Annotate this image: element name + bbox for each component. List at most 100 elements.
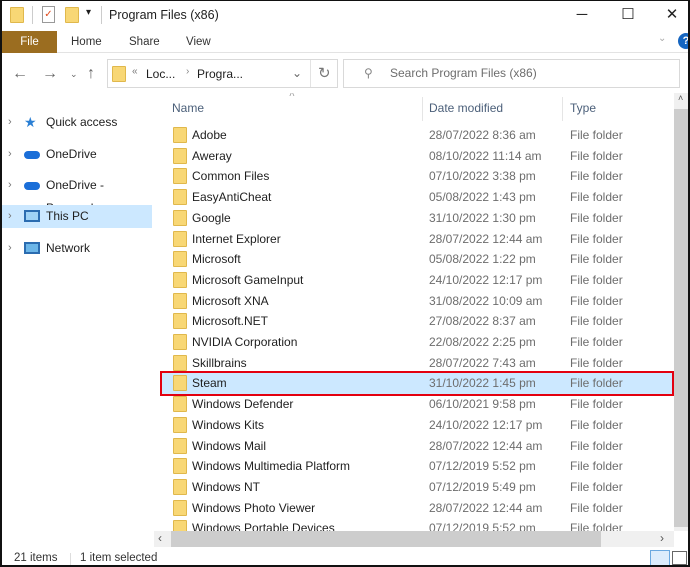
file-type: File folder xyxy=(570,438,623,453)
file-type: File folder xyxy=(570,376,623,391)
scroll-up-icon[interactable]: ˄ xyxy=(678,93,683,103)
navigation-bar: ← → ⌄ ↑ « Loc... › Progra... ⌄ ↻ ⚲ Searc… xyxy=(2,59,688,89)
file-name: Windows Multimedia Platform xyxy=(192,459,351,474)
file-row[interactable]: Microsoft.NET 27/08/2022 8:37 am File fo… xyxy=(162,311,672,332)
scrollbar-thumb[interactable] xyxy=(171,531,601,547)
cloud-icon xyxy=(24,151,40,159)
divider xyxy=(101,6,102,24)
file-row[interactable]: Windows Defender 06/10/2021 9:58 pm File… xyxy=(162,394,672,415)
divider xyxy=(32,6,33,24)
folder-icon xyxy=(173,251,187,268)
chevron-right-icon[interactable]: › xyxy=(8,237,12,260)
refresh-icon[interactable]: ↻ xyxy=(318,64,331,82)
file-row[interactable]: EasyAntiCheat 05/08/2022 1:43 pm File fo… xyxy=(162,187,672,208)
file-row[interactable]: Windows Portable Devices 07/12/2019 5:52… xyxy=(162,518,672,531)
minimize-button[interactable]: ─ xyxy=(562,3,602,27)
file-row[interactable]: Adobe 28/07/2022 8:36 am File folder xyxy=(162,125,672,146)
address-dropdown-icon[interactable]: ⌄ xyxy=(292,66,302,80)
tab-file[interactable]: File xyxy=(2,31,57,53)
column-divider[interactable] xyxy=(562,97,563,121)
up-button[interactable]: ↑ xyxy=(87,59,95,89)
file-row[interactable]: Google 31/10/2022 1:30 pm File folder xyxy=(162,208,672,229)
file-row[interactable]: Windows Photo Viewer 28/07/2022 12:44 am… xyxy=(162,498,672,519)
large-icons-view-button[interactable] xyxy=(672,551,687,565)
vertical-scrollbar[interactable]: ˄ xyxy=(674,93,688,531)
file-type: File folder xyxy=(570,417,623,432)
column-header-name[interactable]: Name xyxy=(172,97,204,119)
scroll-left-icon[interactable]: ‹ xyxy=(158,531,162,545)
scroll-right-icon[interactable]: › xyxy=(660,531,664,545)
search-input[interactable]: ⚲ Search Program Files (x86) xyxy=(343,59,680,88)
file-date-modified: 07/12/2019 5:52 pm xyxy=(429,459,536,474)
sidebar-item-this-pc[interactable]: › This PC xyxy=(2,205,152,228)
address-bar[interactable]: « Loc... › Progra... ⌄ ↻ xyxy=(107,59,338,88)
column-divider[interactable] xyxy=(422,97,423,121)
file-row[interactable]: Internet Explorer 28/07/2022 12:44 am Fi… xyxy=(162,229,672,250)
file-row[interactable]: Common Files 07/10/2022 3:38 pm File fol… xyxy=(162,166,672,187)
file-row[interactable]: Steam 31/10/2022 1:45 pm File folder xyxy=(160,371,674,397)
tab-home[interactable]: Home xyxy=(71,31,102,53)
folder-icon xyxy=(173,313,187,330)
file-date-modified: 24/10/2022 12:17 pm xyxy=(429,417,543,432)
chevron-right-icon[interactable]: › xyxy=(8,143,12,166)
chevron-right-icon[interactable]: › xyxy=(8,174,12,197)
file-type: File folder xyxy=(570,459,623,474)
file-row[interactable]: Windows Kits 24/10/2022 12:17 pm File fo… xyxy=(162,415,672,436)
tab-view[interactable]: View xyxy=(186,31,211,53)
horizontal-scrollbar[interactable]: ‹ › xyxy=(154,531,674,547)
details-view-button[interactable] xyxy=(650,550,670,565)
sidebar-item-onedrive-personal[interactable]: ›OneDrive - Personal xyxy=(2,174,152,215)
tab-share[interactable]: Share xyxy=(129,31,160,53)
file-row[interactable]: Aweray 08/10/2022 11:14 am File folder xyxy=(162,146,672,167)
file-row[interactable]: Microsoft 05/08/2022 1:22 pm File folder xyxy=(162,249,672,270)
back-button[interactable]: ← xyxy=(12,59,28,89)
file-row[interactable]: Microsoft GameInput 24/10/2022 12:17 pm … xyxy=(162,270,672,291)
file-date-modified: 28/07/2022 12:44 am xyxy=(429,500,543,515)
file-row[interactable]: Windows Multimedia Platform 07/12/2019 5… xyxy=(162,456,672,477)
breadcrumb-overflow[interactable]: « xyxy=(132,66,138,77)
file-row[interactable]: Microsoft XNA 31/08/2022 10:09 am File f… xyxy=(162,291,672,312)
file-type: File folder xyxy=(570,148,623,163)
expand-ribbon-icon[interactable]: ⌄ xyxy=(658,33,666,44)
column-header-date-modified[interactable]: Date modified xyxy=(429,97,503,119)
new-folder-icon[interactable] xyxy=(65,7,79,23)
folder-icon xyxy=(173,375,187,392)
file-name: Windows Mail xyxy=(192,438,267,453)
folder-icon xyxy=(173,458,187,475)
file-type: File folder xyxy=(570,355,623,370)
scrollbar-thumb[interactable] xyxy=(674,109,688,527)
folder-icon xyxy=(173,396,187,413)
forward-button[interactable]: → xyxy=(42,59,58,89)
sidebar-item-network[interactable]: › Network xyxy=(2,237,152,260)
file-row[interactable]: Windows Mail 28/07/2022 12:44 am File fo… xyxy=(162,436,672,457)
chevron-right-icon[interactable]: › xyxy=(8,205,12,228)
sidebar-item-label: Network xyxy=(46,241,91,255)
search-placeholder: Search Program Files (x86) xyxy=(390,66,537,80)
column-header-type[interactable]: Type xyxy=(570,97,596,119)
customize-toolbar-icon[interactable]: ▾ xyxy=(86,7,91,18)
sidebar-item-onedrive[interactable]: › OneDrive xyxy=(2,143,152,166)
file-row[interactable]: Skillbrains 28/07/2022 7:43 am File fold… xyxy=(162,353,672,374)
file-row[interactable]: Windows NT 07/12/2019 5:49 pm File folde… xyxy=(162,477,672,498)
breadcrumb-item[interactable]: Loc... xyxy=(146,67,175,81)
maximize-button[interactable]: ☐ xyxy=(608,3,648,27)
sidebar-item-quick-access[interactable]: › ★ Quick access xyxy=(2,111,152,134)
star-icon: ★ xyxy=(24,114,37,130)
file-date-modified: 07/12/2019 5:49 pm xyxy=(429,479,536,494)
chevron-right-icon[interactable]: › xyxy=(8,111,12,134)
close-button[interactable]: ✕ xyxy=(652,3,688,27)
file-name: Microsoft GameInput xyxy=(192,272,304,287)
file-name: EasyAntiCheat xyxy=(192,190,272,205)
file-name: Steam xyxy=(192,376,227,391)
navigation-pane: › ★ Quick access › OneDrive ›OneDrive - Per… xyxy=(2,97,152,547)
file-row[interactable]: NVIDIA Corporation 22/08/2022 2:25 pm Fi… xyxy=(162,332,672,353)
file-type: File folder xyxy=(570,210,623,225)
help-icon[interactable]: ? xyxy=(678,33,688,49)
selection-count: 1 item selected xyxy=(80,552,158,564)
properties-icon[interactable]: ✓ xyxy=(42,6,55,23)
recent-locations-button[interactable]: ⌄ xyxy=(70,59,78,89)
file-date-modified: 07/10/2022 3:38 pm xyxy=(429,169,536,184)
network-icon xyxy=(24,242,40,254)
file-type: File folder xyxy=(570,500,623,515)
breadcrumb-item[interactable]: Progra... xyxy=(197,67,243,81)
